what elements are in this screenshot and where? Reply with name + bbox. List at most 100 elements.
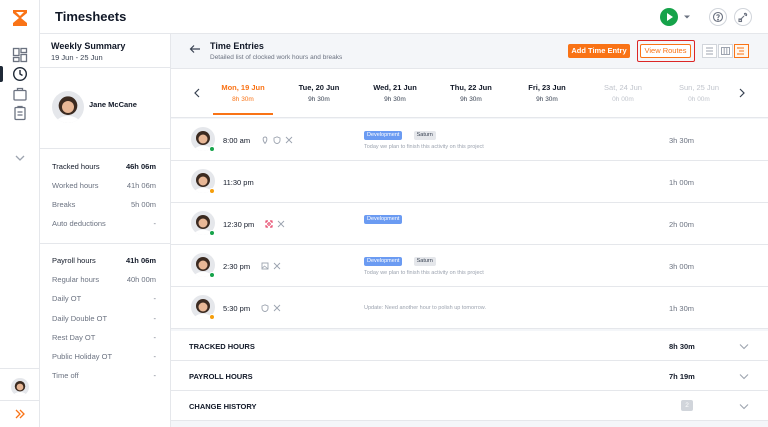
hourglass-logo-icon[interactable] bbox=[11, 9, 29, 27]
view-routes-button[interactable]: View Routes bbox=[640, 44, 691, 58]
chevron-down-icon[interactable] bbox=[739, 403, 749, 410]
timeline-view-toggle[interactable] bbox=[734, 44, 749, 58]
summary-row: Regular hours 40h 00m bbox=[52, 275, 156, 287]
section-title: TRACKED HOURS bbox=[189, 342, 255, 351]
day-tab-name: Fri, 23 Jun bbox=[528, 83, 566, 92]
day-tab[interactable]: Thu, 22 Jun 9h 30m bbox=[433, 83, 509, 103]
day-tab-hours: 0h 00m bbox=[688, 96, 710, 103]
timer-play-button[interactable] bbox=[660, 8, 678, 26]
entry-note: Update: Need another hour to polish up t… bbox=[364, 305, 486, 311]
summary-row: Rest Day OT - bbox=[52, 333, 156, 345]
summary-row-value: 5h 00m bbox=[130, 200, 156, 209]
collapsible-section[interactable]: TRACKED HOURS 8h 30m bbox=[171, 331, 768, 361]
day-tab[interactable]: Fri, 23 Jun 9h 30m bbox=[509, 83, 585, 103]
day-tab-name: Mon, 19 Jun bbox=[221, 83, 265, 92]
time-entry-row[interactable]: 12:30 pm Development 2h 00m bbox=[171, 203, 768, 245]
summary-row-value: - bbox=[153, 219, 157, 228]
summary-row-label: Breaks bbox=[52, 200, 76, 209]
wrench-icon bbox=[738, 12, 748, 23]
settings-button[interactable] bbox=[734, 8, 752, 26]
summary-row-label: Payroll hours bbox=[52, 256, 96, 265]
collapsible-section[interactable]: PAYROLL HOURS 7h 19m bbox=[171, 361, 768, 391]
rail-divider bbox=[0, 368, 40, 369]
status-dot bbox=[209, 188, 215, 194]
summary-row-label: Regular hours bbox=[52, 275, 100, 285]
day-tab[interactable]: Wed, 21 Jun 9h 30m bbox=[357, 83, 433, 103]
summary-row-label: Tracked hours bbox=[52, 162, 100, 171]
day-tab-hours: 9h 30m bbox=[536, 96, 558, 103]
day-tab[interactable]: Sun, 25 Jun 0h 00m bbox=[661, 83, 737, 103]
section-value: 7h 19m bbox=[669, 372, 695, 381]
shield-icon[interactable] bbox=[273, 136, 281, 144]
summary-row-value: 40h 00m bbox=[126, 275, 156, 285]
collapsible-section[interactable]: CHANGE HISTORY 2 bbox=[171, 391, 768, 421]
scissors-icon[interactable] bbox=[285, 136, 293, 144]
prev-week-icon[interactable] bbox=[193, 88, 201, 98]
summary-row-label: Auto deductions bbox=[52, 219, 106, 228]
chevron-down-icon[interactable] bbox=[739, 343, 749, 350]
summary-title: Weekly Summary bbox=[51, 41, 126, 51]
list-view-icon bbox=[706, 47, 713, 55]
add-time-entry-button[interactable]: Add Time Entry bbox=[568, 44, 630, 58]
day-tab-name: Wed, 21 Jun bbox=[373, 83, 417, 92]
double-chevron-right-icon[interactable] bbox=[13, 408, 27, 420]
day-tab[interactable]: Sat, 24 Jun 0h 00m bbox=[585, 83, 661, 103]
help-icon bbox=[712, 11, 724, 23]
page-subtitle: Detailed list of clocked work hours and … bbox=[210, 54, 343, 61]
summary-row-label: Daily Double OT bbox=[52, 313, 108, 323]
summary-row-label: Daily OT bbox=[52, 294, 82, 304]
entry-time: 8:00 am bbox=[223, 136, 251, 145]
employee-name: Jane McCane bbox=[89, 100, 137, 109]
time-entry-row[interactable]: 11:30 pm 1h 00m bbox=[171, 161, 768, 203]
user-avatar[interactable] bbox=[11, 378, 29, 396]
section-title: CHANGE HISTORY bbox=[189, 402, 257, 411]
summary-row-label: Public Holiday OT bbox=[52, 352, 113, 361]
calendar-view-toggle[interactable] bbox=[718, 44, 733, 58]
chevron-down-icon[interactable] bbox=[739, 373, 749, 380]
top-bar: Timesheets bbox=[40, 0, 768, 34]
clock-icon[interactable] bbox=[12, 66, 28, 82]
summary-row-value: - bbox=[153, 371, 157, 381]
entry-note: Today we plan to finish this activity on… bbox=[364, 144, 484, 150]
day-tab-name: Sat, 24 Jun bbox=[604, 83, 642, 92]
day-tab[interactable]: Mon, 19 Jun 8h 30m bbox=[205, 83, 281, 115]
day-tab[interactable]: Tue, 20 Jun 9h 30m bbox=[281, 83, 357, 103]
time-entry-row[interactable]: 8:00 am Development Saturn Today we plan to… bbox=[171, 119, 768, 161]
scissors-icon[interactable] bbox=[273, 304, 281, 312]
clipboard-icon[interactable] bbox=[12, 105, 28, 121]
day-tab-hours: 9h 30m bbox=[308, 96, 330, 103]
summary-row: Auto deductions - bbox=[52, 219, 156, 231]
summary-row: Daily Double OT - bbox=[52, 314, 156, 326]
entry-duration: 1h 00m bbox=[669, 178, 695, 187]
face-scan-icon[interactable] bbox=[265, 220, 273, 228]
entry-tag: Development bbox=[364, 215, 403, 224]
chevron-down-icon[interactable] bbox=[13, 152, 27, 164]
scissors-icon[interactable] bbox=[277, 220, 285, 228]
weekly-summary-panel: Weekly Summary 19 Jun - 25 Jun Jane McCa… bbox=[40, 34, 171, 427]
help-button[interactable] bbox=[709, 8, 727, 26]
shield-icon[interactable] bbox=[261, 304, 269, 312]
day-tab-hours: 8h 30m bbox=[232, 96, 254, 103]
next-week-icon[interactable] bbox=[738, 88, 746, 98]
day-tab-hours: 9h 30m bbox=[384, 96, 406, 103]
employee-avatar bbox=[52, 91, 84, 123]
status-dot bbox=[209, 272, 215, 278]
rail-divider bbox=[0, 400, 40, 401]
entry-duration: 1h 30m bbox=[669, 304, 695, 313]
entry-duration: 2h 00m bbox=[669, 220, 695, 229]
time-entry-row[interactable]: 5:30 pm Update: Need another hour to poli… bbox=[171, 287, 768, 329]
entry-tag: Saturn bbox=[413, 131, 436, 140]
location-pin-icon[interactable] bbox=[261, 136, 269, 144]
briefcase-icon[interactable] bbox=[12, 86, 28, 102]
summary-row-value: - bbox=[153, 352, 157, 361]
back-arrow-icon[interactable] bbox=[189, 44, 201, 54]
summary-date-range: 19 Jun - 25 Jun bbox=[51, 53, 103, 62]
dashboard-icon[interactable] bbox=[12, 47, 28, 63]
list-view-toggle[interactable] bbox=[702, 44, 717, 58]
day-tab-name: Tue, 20 Jun bbox=[298, 83, 340, 92]
image-icon[interactable] bbox=[261, 262, 269, 270]
app-title: Timesheets bbox=[55, 9, 127, 24]
time-entry-row[interactable]: 2:30 pm Development Saturn Today we plan to… bbox=[171, 245, 768, 287]
caret-down-icon[interactable] bbox=[683, 13, 691, 21]
scissors-icon[interactable] bbox=[273, 262, 281, 270]
